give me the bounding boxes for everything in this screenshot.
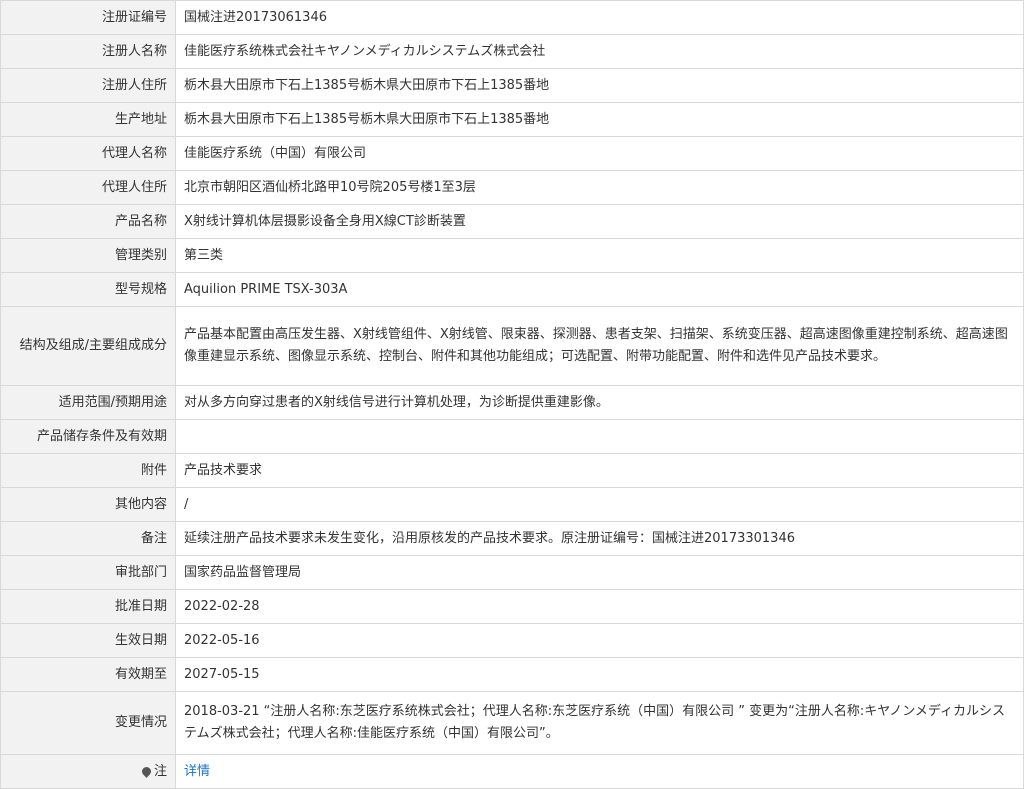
row-label: 有效期至 — [0, 657, 176, 692]
row-label: 变更情况 — [0, 691, 176, 755]
row-value: 国家药品监督管理局 — [175, 555, 1024, 590]
row-label: 批准日期 — [0, 589, 176, 624]
row-value: 国械注进20173061346 — [175, 0, 1024, 35]
row-label: 产品名称 — [0, 204, 176, 239]
row-label: 适用范围/预期用途 — [0, 385, 176, 420]
row-value: 产品基本配置由高压发生器、X射线管组件、X射线管、限束器、探测器、患者支架、扫描… — [175, 306, 1024, 386]
row-value: 2027-05-15 — [175, 657, 1024, 692]
row-value: 栃木县大田原市下石上1385号栃木県大田原市下石上1385番地 — [175, 102, 1024, 137]
row-label: 代理人名称 — [0, 136, 176, 171]
note-label-cell: 注 — [0, 754, 176, 789]
row-management-category: 管理类别 第三类 — [0, 238, 1024, 273]
row-remarks: 备注 延续注册产品技术要求未发生变化，沿用原核发的产品技术要求。原注册证编号：国… — [0, 521, 1024, 556]
row-value: 栃木县大田原市下石上1385号栃木県大田原市下石上1385番地 — [175, 68, 1024, 103]
row-agent-address: 代理人住所 北京市朝阳区酒仙桥北路甲10号院205号楼1至3层 — [0, 170, 1024, 205]
row-value: 北京市朝阳区酒仙桥北路甲10号院205号楼1至3层 — [175, 170, 1024, 205]
row-production-address: 生产地址 栃木县大田原市下石上1385号栃木県大田原市下石上1385番地 — [0, 102, 1024, 137]
row-label: 管理类别 — [0, 238, 176, 273]
row-model-spec: 型号规格 Aquilion PRIME TSX-303A — [0, 272, 1024, 307]
row-value: 2022-05-16 — [175, 623, 1024, 658]
row-registrant-address: 注册人住所 栃木县大田原市下石上1385号栃木県大田原市下石上1385番地 — [0, 68, 1024, 103]
row-label: 型号规格 — [0, 272, 176, 307]
row-label: 注册人住所 — [0, 68, 176, 103]
row-value — [175, 419, 1024, 454]
row-value: 2022-02-28 — [175, 589, 1024, 624]
row-value: / — [175, 487, 1024, 522]
details-link[interactable]: 详情 — [184, 764, 210, 779]
row-intended-use: 适用范围/预期用途 对从多方向穿过患者的X射线信号进行计算机处理，为诊断提供重建… — [0, 385, 1024, 420]
note-label: 注 — [153, 763, 167, 779]
row-label: 生产地址 — [0, 102, 176, 137]
row-other-content: 其他内容 / — [0, 487, 1024, 522]
registration-detail-table: 注册证编号 国械注进20173061346 注册人名称 佳能医疗系统株式会社キヤ… — [0, 0, 1024, 789]
row-value: 产品技术要求 — [175, 453, 1024, 488]
row-value: 佳能医疗系统株式会社キヤノンメディカルシステムズ株式会社 — [175, 34, 1024, 69]
row-label: 其他内容 — [0, 487, 176, 522]
row-agent-name: 代理人名称 佳能医疗系统（中国）有限公司 — [0, 136, 1024, 171]
row-value: 佳能医疗系统（中国）有限公司 — [175, 136, 1024, 171]
row-label: 注册人名称 — [0, 34, 176, 69]
row-storage-conditions: 产品储存条件及有效期 — [0, 419, 1024, 454]
row-label: 附件 — [0, 453, 176, 488]
row-label: 结构及组成/主要组成成分 — [0, 306, 176, 386]
row-attachments: 附件 产品技术要求 — [0, 453, 1024, 488]
row-approval-department: 审批部门 国家药品监督管理局 — [0, 555, 1024, 590]
row-label: 产品储存条件及有效期 — [0, 419, 176, 454]
row-registration-number: 注册证编号 国械注进20173061346 — [0, 0, 1024, 35]
row-valid-until: 有效期至 2027-05-15 — [0, 657, 1024, 692]
row-label: 备注 — [0, 521, 176, 556]
row-value: 对从多方向穿过患者的X射线信号进行计算机处理，为诊断提供重建影像。 — [175, 385, 1024, 420]
row-product-name: 产品名称 X射线计算机体层摄影设备全身用X線CT診断装置 — [0, 204, 1024, 239]
row-value: X射线计算机体层摄影设备全身用X線CT診断装置 — [175, 204, 1024, 239]
row-registrant-name: 注册人名称 佳能医疗系统株式会社キヤノンメディカルシステムズ株式会社 — [0, 34, 1024, 69]
row-value: 2018-03-21 “注册人名称:东芝医疗系统株式会社；代理人名称:东芝医疗系… — [175, 691, 1024, 755]
map-pin-icon — [140, 764, 153, 778]
row-value: Aquilion PRIME TSX-303A — [175, 272, 1024, 307]
row-change-history: 变更情况 2018-03-21 “注册人名称:东芝医疗系统株式会社；代理人名称:… — [0, 691, 1024, 755]
row-value: 延续注册产品技术要求未发生变化，沿用原核发的产品技术要求。原注册证编号：国械注进… — [175, 521, 1024, 556]
row-label: 生效日期 — [0, 623, 176, 658]
row-structure-composition: 结构及组成/主要组成成分 产品基本配置由高压发生器、X射线管组件、X射线管、限束… — [0, 306, 1024, 386]
row-effective-date: 生效日期 2022-05-16 — [0, 623, 1024, 658]
row-note: 注 详情 — [0, 754, 1024, 789]
row-label: 代理人住所 — [0, 170, 176, 205]
row-label: 注册证编号 — [0, 0, 176, 35]
note-value-cell: 详情 — [175, 754, 1024, 789]
row-label: 审批部门 — [0, 555, 176, 590]
row-value: 第三类 — [175, 238, 1024, 273]
row-approval-date: 批准日期 2022-02-28 — [0, 589, 1024, 624]
